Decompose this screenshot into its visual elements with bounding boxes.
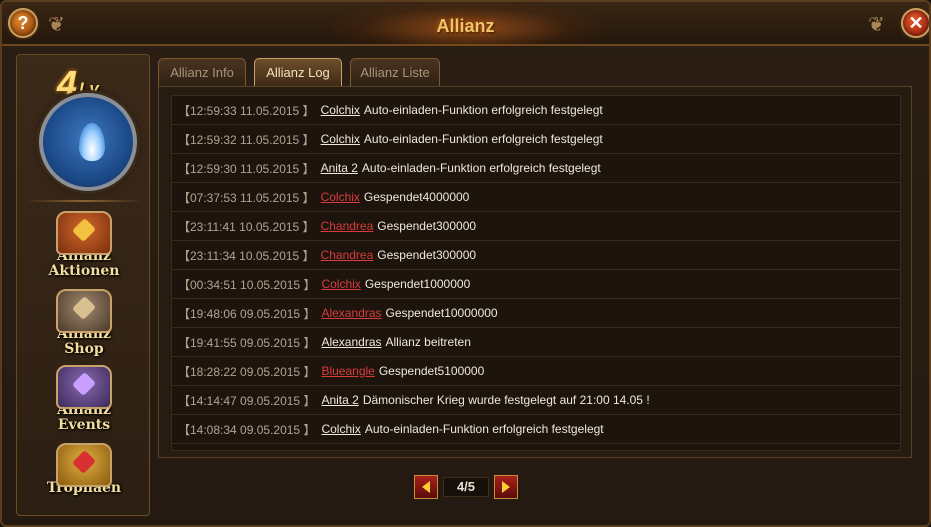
log-row: 【23:11:41 10.05.2015 】 Chandrea Gespendet3… — [172, 212, 900, 241]
log-player-name-link[interactable]: Alexandras — [321, 335, 381, 349]
log-player-name-link[interactable]: Colchix — [321, 103, 360, 117]
flame-icon — [79, 123, 105, 161]
sidebar-item-events[interactable]: Allianz Events — [27, 365, 141, 441]
log-row: 【18:28:22 09.05.2015 】 Blueangle Gespendet… — [172, 357, 900, 386]
log-row: 【14:08:34 09.05.2015 】 Colchix Auto-einlad… — [172, 415, 900, 444]
log-player-name-link[interactable]: Colchix — [321, 277, 360, 291]
log-player-name-link[interactable]: Alexandras — [321, 306, 381, 320]
tab-allianz-log[interactable]: Allianz Log — [254, 58, 342, 86]
arrow-right-icon — [502, 481, 510, 493]
log-message: Auto-einladen-Funktion erfolgreich festg… — [364, 422, 604, 436]
log-timestamp: 【07:37:53 11.05.2015 】 — [178, 190, 315, 205]
log-player-name-link[interactable]: Blueangle — [321, 364, 374, 378]
log-timestamp: 【00:34:51 10.05.2015 】 — [178, 277, 316, 292]
log-row: 【19:48:06 09.05.2015 】 Alexandras Gespende… — [172, 299, 900, 328]
alliance-actions-icon — [56, 211, 112, 255]
alliance-emblem-icon — [39, 93, 137, 191]
alliance-shop-icon — [56, 289, 112, 333]
log-row: 【14:14:47 09.05.2015 】 Anita 2 Dämonischer… — [172, 386, 900, 415]
log-timestamp: 【18:28:22 09.05.2015 】 — [178, 364, 316, 379]
log-panel: 【12:59:33 11.05.2015 】 Colchix Auto-einlad… — [158, 86, 912, 458]
log-row: 【19:41:55 09.05.2015 】 Alexandras Allianz … — [172, 328, 900, 357]
ornament-left-icon: ❦ — [48, 14, 65, 36]
window-title: Allianz — [436, 16, 495, 36]
log-timestamp: 【12:59:30 11.05.2015 】 — [178, 161, 315, 176]
log-list: 【12:59:33 11.05.2015 】 Colchix Auto-einlad… — [171, 95, 901, 451]
log-player-name-link[interactable]: Anita 2 — [321, 393, 358, 407]
log-timestamp: 【19:41:55 09.05.2015 】 — [178, 335, 316, 350]
help-button[interactable]: ? — [8, 8, 38, 38]
arrow-left-icon — [422, 481, 430, 493]
log-timestamp: 【14:08:34 09.05.2015 】 — [178, 422, 316, 437]
log-timestamp: 【23:11:34 10.05.2015 】 — [178, 248, 315, 263]
sidebar-item-trophaeen[interactable]: Trophäen — [27, 443, 141, 519]
sidebar-item-shop[interactable]: Allianz Shop — [27, 289, 141, 365]
tab-allianz-liste[interactable]: Allianz Liste — [350, 58, 440, 86]
log-player-name-link[interactable]: Anita 2 — [321, 161, 358, 175]
pagination: 4/5 — [414, 475, 518, 499]
log-player-name-link[interactable]: Chandrea — [321, 219, 374, 233]
log-row: 【12:59:33 11.05.2015 】 Colchix Auto-einlad… — [172, 96, 900, 125]
log-timestamp: 【12:59:33 11.05.2015 】 — [178, 103, 315, 118]
log-message: Dämonischer Krieg wurde festgelegt auf 2… — [362, 393, 650, 407]
alliance-events-icon — [56, 365, 112, 409]
log-timestamp: 【12:59:32 11.05.2015 】 — [178, 132, 315, 147]
log-timestamp: 【19:48:06 09.05.2015 】 — [178, 306, 316, 321]
tab-allianz-info[interactable]: Allianz Info — [158, 58, 246, 86]
log-timestamp: 【23:11:41 10.05.2015 】 — [178, 219, 315, 234]
log-message: Auto-einladen-Funktion erfolgreich festg… — [363, 103, 603, 117]
log-message: Auto-einladen-Funktion erfolgreich festg… — [361, 161, 601, 175]
log-message: Allianz beitreten — [385, 335, 471, 349]
log-message: Gespendet300000 — [377, 219, 477, 233]
log-player-name-link[interactable]: Colchix — [321, 190, 360, 204]
log-message: Gespendet300000 — [377, 248, 477, 262]
log-player-name-link[interactable]: Colchix — [321, 132, 360, 146]
log-player-name-link[interactable]: Colchix — [321, 422, 360, 436]
log-row: 【00:34:51 10.05.2015 】 Colchix Gespendet10… — [172, 270, 900, 299]
log-player-name-link[interactable]: Chandrea — [321, 248, 374, 262]
ornament-right-icon: ❦ — [868, 14, 885, 36]
prev-page-button[interactable] — [414, 475, 438, 499]
sidebar: 4 Lv. Allianz Aktionen Allianz Shop Alli… — [16, 54, 150, 516]
log-timestamp: 【14:14:47 09.05.2015 】 — [178, 393, 316, 408]
page-indicator: 4/5 — [443, 477, 489, 497]
title-bar: Allianz ? ❦ ❦ ✕ — [2, 2, 929, 46]
alliance-window: Allianz ? ❦ ❦ ✕ 4 Lv. Allianz Aktionen A… — [0, 0, 931, 527]
log-row: 【23:11:34 10.05.2015 】 Chandrea Gespendet3… — [172, 241, 900, 270]
log-message: Gespendet5100000 — [378, 364, 485, 378]
sidebar-item-aktionen[interactable]: Allianz Aktionen — [27, 211, 141, 287]
log-message: Gespendet1000000 — [364, 277, 471, 291]
next-page-button[interactable] — [494, 475, 518, 499]
sidebar-divider — [25, 200, 143, 202]
log-row: 【12:59:30 11.05.2015 】 Anita 2 Auto-einlad… — [172, 154, 900, 183]
trophy-icon — [56, 443, 112, 487]
log-row: 【07:37:53 11.05.2015 】 Colchix Gespendet40… — [172, 183, 900, 212]
close-button[interactable]: ✕ — [901, 8, 929, 38]
log-message: Gespendet4000000 — [363, 190, 470, 204]
log-message: Auto-einladen-Funktion erfolgreich festg… — [363, 132, 603, 146]
log-row: 【12:59:32 11.05.2015 】 Colchix Auto-einlad… — [172, 125, 900, 154]
log-message: Gespendet10000000 — [385, 306, 498, 320]
